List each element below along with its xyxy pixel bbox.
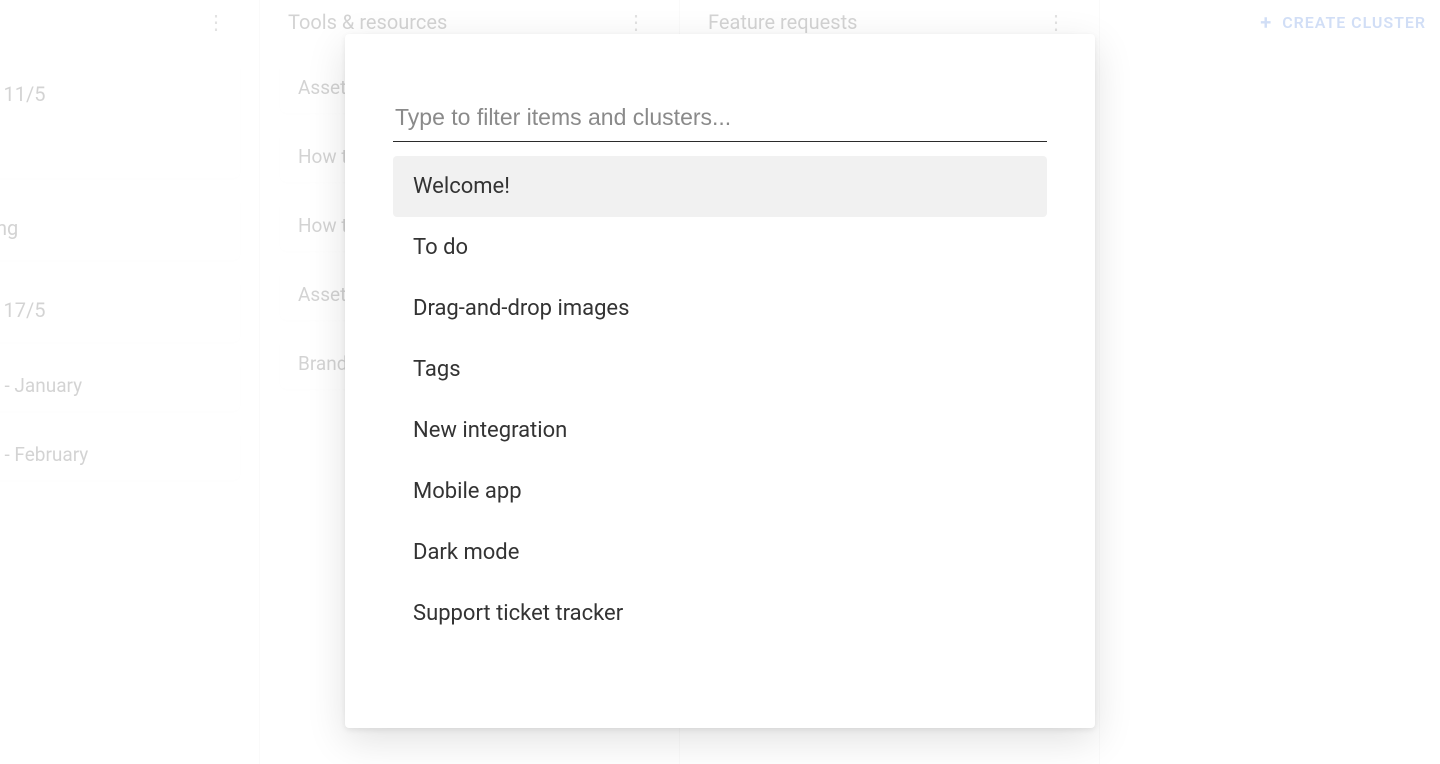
filter-item[interactable]: Support ticket tracker (393, 583, 1047, 644)
filter-item-label: Support ticket tracker (413, 601, 623, 626)
filter-item[interactable]: To do (393, 217, 1047, 278)
filter-item-label: Drag-and-drop images (413, 296, 629, 321)
filter-item[interactable]: Mobile app (393, 461, 1047, 522)
filter-item-label: Dark mode (413, 540, 519, 565)
filter-item[interactable]: Dark mode (393, 522, 1047, 583)
filter-item-label: Tags (413, 357, 461, 382)
filter-item[interactable]: Welcome! (393, 156, 1047, 217)
filter-item[interactable]: Drag-and-drop images (393, 278, 1047, 339)
filter-item-label: Welcome! (413, 174, 510, 199)
modal-overlay[interactable]: Welcome! To do Drag-and-drop images Tags… (0, 0, 1440, 764)
filter-item[interactable]: New integration (393, 400, 1047, 461)
list-spacer (393, 644, 1047, 696)
filter-modal: Welcome! To do Drag-and-drop images Tags… (345, 34, 1095, 728)
filter-item-label: New integration (413, 418, 567, 443)
filter-results-list[interactable]: Welcome! To do Drag-and-drop images Tags… (393, 156, 1047, 696)
filter-item-label: Mobile app (413, 479, 522, 504)
filter-item[interactable]: Tags (393, 339, 1047, 400)
filter-input[interactable] (393, 98, 1047, 142)
filter-item-label: To do (413, 235, 468, 260)
